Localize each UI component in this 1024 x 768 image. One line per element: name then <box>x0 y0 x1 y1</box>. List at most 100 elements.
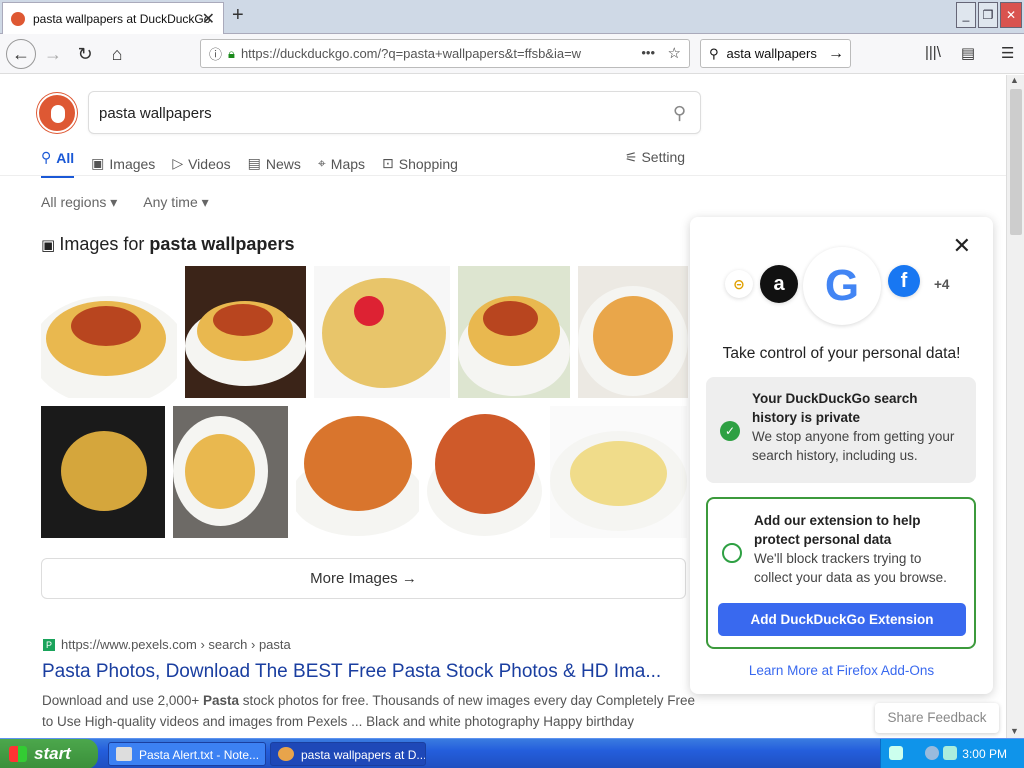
clock: 3:00 PM <box>962 747 1007 761</box>
image-icon: ▣ <box>41 237 60 254</box>
popup-title: Take control of your personal data! <box>722 345 961 362</box>
settings-menu[interactable]: ⚟ Setting <box>625 149 685 166</box>
magnifier-icon[interactable]: ⚲ <box>673 103 686 124</box>
amazon-icon: a <box>760 265 798 303</box>
search-go-arrow-icon[interactable]: → <box>828 45 844 63</box>
browser-search-field[interactable]: ⚲ asta wallpapers → <box>700 39 851 68</box>
url-text: https://duckduckgo.com/?q=pasta+wallpape… <box>240 46 582 61</box>
query-text: pasta wallpapers <box>99 105 212 122</box>
empty-circle-icon <box>722 543 742 563</box>
new-tab-button[interactable]: + <box>232 4 244 27</box>
address-bar[interactable]: ⓘ 🔒︎ https://duckduckgo.com/?q=pasta+wal… <box>200 39 690 68</box>
image-thumbnail[interactable] <box>173 406 288 538</box>
snippet-text: Download and use 2,000+ <box>42 693 203 708</box>
library-icon[interactable]: |||\ <box>925 44 941 62</box>
duckduckgo-favicon-icon <box>11 11 25 26</box>
toolbar-right: |||\ ▤ ☰ <box>925 44 1015 62</box>
play-icon: ▷ <box>172 155 184 171</box>
news-icon: ▤ <box>247 155 261 171</box>
tab-title: pasta wallpapers at DuckDuckGo <box>33 11 211 26</box>
google-icon: G <box>803 247 881 325</box>
bookmark-star-icon[interactable]: ☆ <box>668 44 681 62</box>
close-window-button[interactable]: ✕ <box>1000 2 1022 28</box>
privacy-popup: ✕ ⊝ a G f +4 Take control of your person… <box>690 217 993 694</box>
learn-more-link[interactable]: Learn More at Firefox Add-Ons <box>690 663 993 678</box>
image-thumbnail[interactable] <box>41 406 165 538</box>
share-feedback-button[interactable]: Share Feedback <box>875 703 999 733</box>
tab-close-icon[interactable]: ✕ <box>202 9 215 29</box>
tab-all[interactable]: ⚲ All <box>41 149 75 178</box>
tab-label: All <box>56 149 75 166</box>
result-url[interactable]: P https://www.pexels.com › search › past… <box>43 637 291 652</box>
taskbar-item-firefox[interactable]: pasta wallpapers at D... <box>270 742 426 766</box>
navigation-toolbar: ← → ↻ ⌂ ⓘ 🔒︎ https://duckduckgo.com/?q=p… <box>0 34 1024 74</box>
volume-icon[interactable] <box>943 746 957 760</box>
tab-shopping[interactable]: ⊡ Shopping <box>382 149 458 178</box>
images-heading-query: pasta wallpapers <box>149 234 295 254</box>
arrow-right-icon: → <box>401 570 417 587</box>
browser-tab[interactable]: pasta wallpapers at DuckDuckGo ✕ <box>2 2 224 34</box>
search-tabs: ⚲ All ▣ Images ▷ Videos ▤ News ⌖ Maps ⊡ Shoppi… <box>41 149 458 178</box>
tab-videos[interactable]: ▷ Videos <box>172 149 230 178</box>
sidebar-icon[interactable]: ▤ <box>961 44 975 62</box>
card-text: We'll block trackers trying to collect y… <box>754 551 947 585</box>
image-thumbnail[interactable] <box>314 266 450 398</box>
extension-card: Add our extension to help protect person… <box>706 497 976 649</box>
page-content: pasta wallpapers ⚲ ⚲ All ▣ Images ▷ Videos … <box>0 75 1006 738</box>
image-thumbnail[interactable] <box>578 266 688 398</box>
keyboard-icon[interactable] <box>889 746 903 760</box>
scroll-up-icon[interactable]: ▲ <box>1010 75 1019 85</box>
network-icon[interactable] <box>925 746 939 760</box>
image-thumbnail[interactable] <box>41 266 177 398</box>
close-icon[interactable]: ✕ <box>953 233 971 259</box>
minimize-button[interactable]: _ <box>956 2 976 28</box>
tab-strip: pasta wallpapers at DuckDuckGo ✕ + _ ❐ ✕ <box>0 0 1024 34</box>
region-filter[interactable]: All regions ▾ <box>41 194 117 211</box>
card-text: We stop anyone from getting your search … <box>752 429 955 463</box>
start-label: start <box>34 744 71 763</box>
image-thumbnail[interactable] <box>427 406 542 538</box>
restore-button[interactable]: ❐ <box>978 2 998 28</box>
duckduckgo-logo[interactable] <box>37 93 77 133</box>
pexels-favicon-icon: P <box>43 638 55 651</box>
snippet-bold: Pasta <box>203 693 240 708</box>
page-actions-icon[interactable]: ••• <box>641 45 655 60</box>
tab-maps[interactable]: ⌖ Maps <box>318 149 365 178</box>
time-filter[interactable]: Any time ▾ <box>143 194 208 211</box>
system-tray: 3:00 PM <box>880 739 1024 768</box>
image-thumbnail[interactable] <box>185 266 306 398</box>
more-images-button[interactable]: More Images → <box>41 558 686 599</box>
add-extension-button[interactable]: Add DuckDuckGo Extension <box>718 603 966 636</box>
images-heading[interactable]: ▣ Images for pasta wallpapers <box>41 234 294 255</box>
settings-label: Setting <box>641 149 686 165</box>
image-thumbnail[interactable] <box>550 406 687 538</box>
ddg-search-input[interactable]: pasta wallpapers ⚲ <box>88 91 701 134</box>
result-url-text: https://www.pexels.com › search › pasta <box>61 637 291 652</box>
vertical-scrollbar[interactable]: ▲ ▼ <box>1006 75 1024 738</box>
info-icon[interactable]: ⓘ <box>209 44 222 63</box>
tab-label: Maps <box>330 155 366 172</box>
image-thumbnail[interactable] <box>296 406 419 538</box>
tab-images[interactable]: ▣ Images <box>91 149 155 178</box>
scroll-thumb[interactable] <box>1010 89 1022 235</box>
tab-news[interactable]: ▤ News <box>248 149 301 178</box>
start-button[interactable]: start <box>0 739 98 768</box>
sliders-icon: ⚟ <box>625 149 642 165</box>
back-arrow-icon[interactable]: ← <box>6 39 36 69</box>
home-icon[interactable]: ⌂ <box>104 41 130 67</box>
taskbar-item-notepad[interactable]: Pasta Alert.txt - Note... <box>108 742 266 766</box>
image-icon: ▣ <box>91 155 105 171</box>
image-thumbnail[interactable] <box>458 266 570 398</box>
hamburger-menu-icon[interactable]: ☰ <box>1001 44 1014 62</box>
taskbar: start Pasta Alert.txt - Note... pasta wa… <box>0 738 1024 768</box>
private-history-card: ✓ Your DuckDuckGo search history is priv… <box>706 377 976 483</box>
result-title-link[interactable]: Pasta Photos, Download The BEST Free Pas… <box>42 661 661 683</box>
result-snippet: Download and use 2,000+ Pasta stock phot… <box>42 690 702 732</box>
forward-arrow-icon[interactable]: → <box>40 41 66 67</box>
scroll-down-icon[interactable]: ▼ <box>1010 726 1019 736</box>
reload-icon[interactable]: ↻ <box>72 41 98 67</box>
tab-label: Images <box>109 155 156 172</box>
checkmark-icon: ✓ <box>720 421 740 441</box>
search-field-value: asta wallpapers <box>726 46 817 61</box>
firefox-icon <box>278 747 294 761</box>
